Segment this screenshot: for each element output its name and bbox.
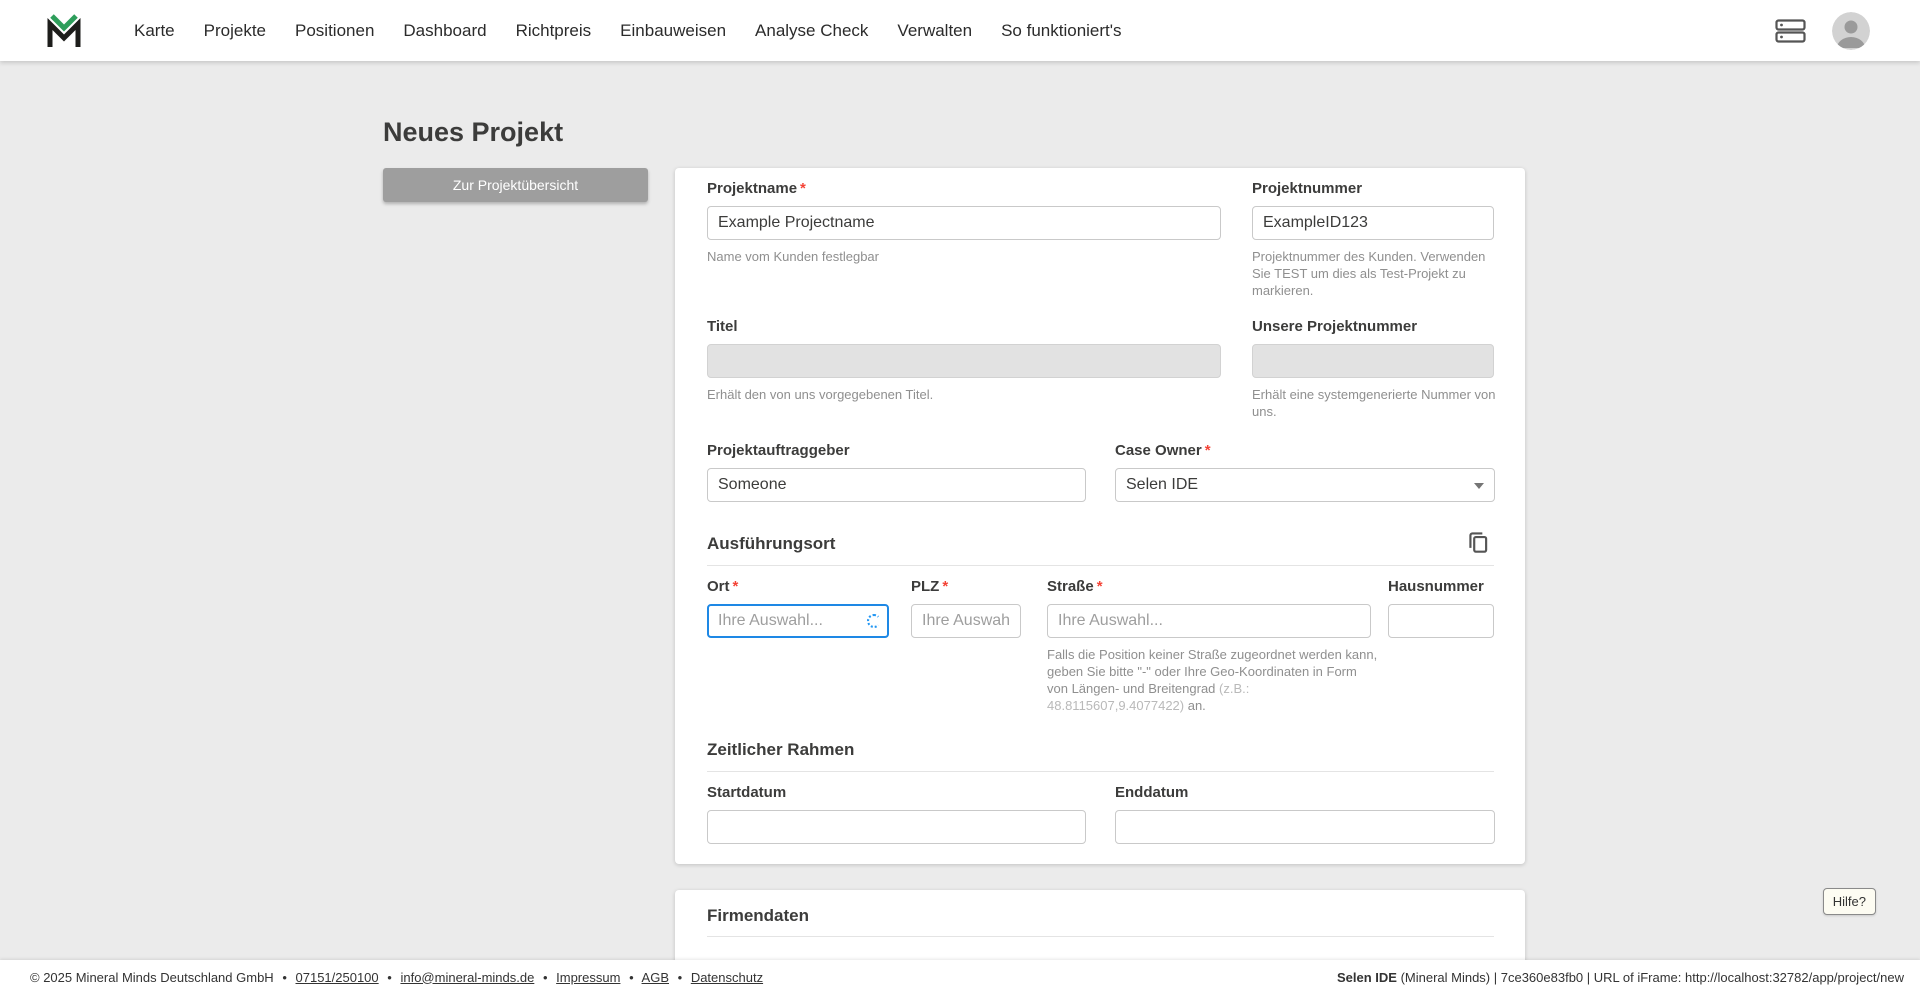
section-divider [707,936,1494,937]
required-asterisk: * [1096,578,1103,595]
footer-separator: • [542,969,548,985]
main-content: Neues Projekt Zur Projektübersicht Proje… [0,61,1920,960]
section-divider [707,771,1494,772]
required-asterisk: * [732,578,739,595]
footer-link-agb[interactable]: AGB [642,970,669,985]
section-divider [707,565,1494,566]
navbar-right-actions [1775,11,1920,50]
projektnummer-input[interactable] [1252,206,1494,240]
page-title: Neues Projekt [383,117,564,147]
strasse-helper: Falls die Position keiner Straße zugeord… [1047,647,1378,713]
section-title-ausfuehrungsort: Ausführungsort [707,534,836,553]
hausnummer-label: Hausnummer [1388,578,1484,595]
nav-item-karte[interactable]: Karte [134,21,175,41]
project-form-card: Projektname* Name vom Kunden festlegbar … [675,168,1525,864]
nav-item-einbauweisen[interactable]: Einbauweisen [620,21,726,41]
projektauftraggeber-label: Projektauftraggeber [707,442,850,459]
footer-separator: • [677,969,683,985]
projektname-input[interactable] [707,206,1221,240]
footer-session-details: (Mineral Minds) | 7ce360e83fb0 | URL of … [1396,969,1904,985]
footer-copyright: © 2025 Mineral Minds Deutschland GmbH [30,969,274,985]
nav-item-analyse-check[interactable]: Analyse Check [755,21,868,41]
nav-item-verwalten[interactable]: Verwalten [897,21,972,41]
unsere-projektnummer-helper: Erhält eine systemgenerierte Nummer von … [1252,387,1496,419]
startdatum-input[interactable] [707,810,1086,844]
nav-item-dashboard[interactable]: Dashboard [403,21,486,41]
footer-session-info: Selen IDE (Mineral Minds) | 7ce360e83fb0… [1337,970,1904,985]
company-data-card: Firmendaten [675,890,1525,960]
titel-helper: Erhält den von uns vorgegebenen Titel. [707,387,934,402]
chevron-down-icon [1474,483,1484,489]
footer-left: © 2025 Mineral Minds Deutschland GmbH • … [30,970,763,985]
unsere-projektnummer-label: Unsere Projektnummer [1252,318,1418,335]
footer-link-datenschutz[interactable]: Datenschutz [691,970,763,985]
section-title-zeitlicher-rahmen: Zeitlicher Rahmen [707,740,855,759]
mineral-minds-logo[interactable] [44,11,84,51]
logo-m-icon [47,13,81,47]
projektauftraggeber-input[interactable] [707,468,1086,502]
ort-field-wrapper [707,604,889,638]
plz-label: PLZ * [911,578,949,595]
case-owner-value: Selen IDE [1126,476,1199,493]
plz-input[interactable] [911,604,1021,638]
case-owner-label: Case Owner * [1115,442,1211,459]
footer-separator: • [282,969,287,985]
required-asterisk: * [1204,442,1211,459]
strasse-input[interactable] [1047,604,1371,638]
enddatum-input[interactable] [1115,810,1495,844]
ort-input[interactable] [707,604,889,638]
nav-item-richtpreis[interactable]: Richtpreis [516,21,592,41]
copy-icon[interactable] [1465,530,1491,556]
back-to-overview-button[interactable]: Zur Projektübersicht [383,168,648,202]
titel-input [707,344,1221,378]
footer-session-user: Selen IDE [1336,969,1397,985]
footer-separator: • [629,969,634,985]
strasse-label: Straße * [1047,578,1103,595]
enddatum-label: Enddatum [1115,784,1189,801]
projektname-label: Projektname * [707,180,806,197]
nav-item-projekte[interactable]: Projekte [204,21,266,41]
projektnummer-label: Projektnummer [1252,180,1363,197]
nav-item-so-funktionierts[interactable]: So funktioniert's [1001,21,1121,41]
user-icon [1832,11,1870,50]
required-asterisk: * [942,578,949,595]
top-navbar: Karte Projekte Positionen Dashboard Rich… [0,0,1920,61]
ort-label: Ort * [707,578,739,595]
help-button[interactable]: Hilfe? [1822,888,1876,915]
footer-separator: • [387,969,392,985]
server-icon[interactable] [1775,18,1806,43]
startdatum-label: Startdatum [707,784,787,801]
footer-link-email[interactable]: info@mineral-minds.de [400,970,534,985]
loading-spinner-icon [867,614,881,628]
unsere-projektnummer-input [1252,344,1494,378]
avatar[interactable] [1832,11,1870,50]
footer-link-impressum[interactable]: Impressum [556,970,620,985]
section-title-firmendaten: Firmendaten [707,906,810,925]
case-owner-select[interactable]: Selen IDE [1115,468,1495,502]
required-asterisk: * [800,180,806,197]
titel-label: Titel [707,318,738,335]
hausnummer-input[interactable] [1388,604,1494,638]
main-nav: Karte Projekte Positionen Dashboard Rich… [134,21,1122,41]
projektnummer-helper: Projektnummer des Kunden. Verwenden Sie … [1252,249,1486,298]
nav-item-positionen[interactable]: Positionen [295,21,374,41]
footer-link-phone[interactable]: 07151/250100 [296,970,379,985]
projektname-helper: Name vom Kunden festlegbar [707,249,879,264]
footer: © 2025 Mineral Minds Deutschland GmbH • … [0,960,1920,994]
